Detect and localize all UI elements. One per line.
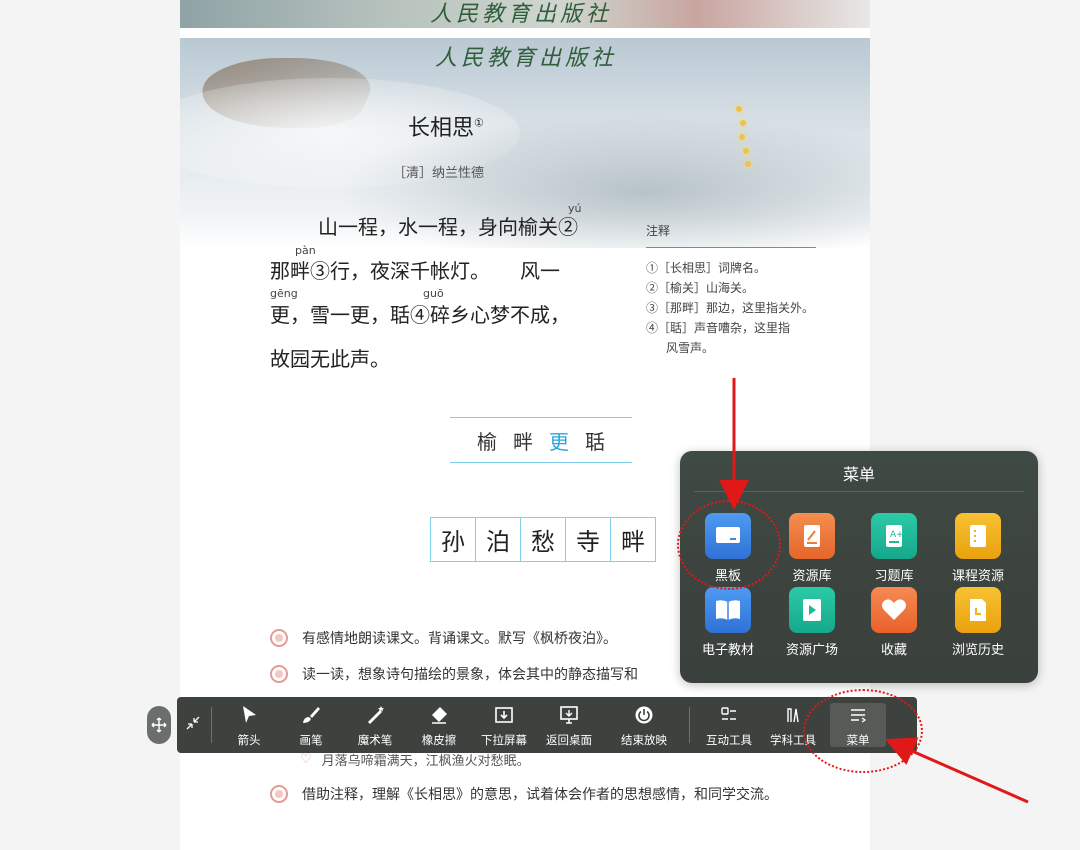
tool-return-desktop[interactable]: 返回桌面 (539, 703, 599, 748)
grid-char: 寺 (566, 518, 611, 561)
poem-line: 那畔③行，夜深千帐灯。 风一 (270, 259, 560, 283)
svg-text:A+: A+ (890, 530, 904, 540)
tool-arrow[interactable]: 箭头 (219, 703, 279, 748)
note-item: ①［长相思］词牌名。 (646, 261, 767, 275)
heart-bullet-icon: ♡ (300, 752, 312, 767)
collapse-toolbar-button[interactable] (185, 715, 201, 735)
tool-brush[interactable]: 画笔 (281, 703, 341, 748)
notes-heading: 注释 (646, 222, 816, 248)
poem-line: 更，雪一更，聒④碎乡心梦不成， (270, 303, 570, 327)
grid-char: 畔 (621, 528, 645, 556)
menu-item-ebook[interactable]: 电子教材 (688, 587, 768, 658)
tool-eraser[interactable]: 橡皮擦 (409, 703, 469, 748)
move-arrows-icon (151, 717, 167, 733)
annotation-circle-blackboard (677, 500, 781, 590)
word: 榆 (477, 429, 497, 454)
end-show-icon (614, 703, 674, 727)
word-highlighted: 更 (549, 429, 569, 454)
annotation-circle-menu (803, 689, 923, 773)
previous-page-banner: 人民教育出版社 (180, 0, 870, 28)
favorite-heart-icon (871, 587, 917, 633)
browse-history-icon (955, 587, 1001, 633)
interactive-tools-icon (699, 703, 759, 727)
magic-pen-icon (345, 703, 405, 727)
task-item: 借助注释，理解《长相思》的意思，试着体会作者的思想感情，和同学交流。 (270, 784, 778, 804)
task-bullet-icon (270, 785, 288, 803)
publisher-seal-top: 人民教育出版社 (430, 2, 613, 27)
task-item: 读一读，想象诗句描绘的景象，体会其中的静态描写和 (270, 664, 638, 684)
menu-item-exercise-library[interactable]: A+ 习题库 (854, 513, 934, 584)
note-item: ③［那畔］那边，这里指关外。 (646, 301, 815, 315)
grid-char: 愁 (521, 518, 566, 561)
menu-item-resource-library[interactable]: 资源库 (772, 513, 852, 584)
word: 聒 (585, 429, 605, 454)
resource-library-icon (789, 513, 835, 559)
vocabulary-word-row: 榆 畔 更 聒 (450, 417, 632, 463)
brush-icon (281, 703, 341, 727)
poem-body: 山一程，水一程，身向榆关② 那畔③行，夜深千帐灯。 风一 更，雪一更，聒④碎乡心… (270, 205, 630, 381)
return-desktop-icon (539, 703, 599, 727)
menu-item-course-resources[interactable]: 课程资源 (938, 513, 1018, 584)
course-resource-icon (955, 513, 1001, 559)
exercise-library-icon: A+ (871, 513, 917, 559)
grid-char: 泊 (476, 518, 521, 561)
arrow-pointer-icon (219, 703, 279, 727)
note-item: ④［聒］声音嘈杂，这里指 (646, 321, 791, 335)
tool-interactive-tools[interactable]: 互动工具 (699, 703, 759, 748)
publisher-seal: 人民教育出版社 (435, 46, 618, 71)
poem-line: 故园无此声。 (270, 347, 390, 371)
collapse-arrows-icon (186, 716, 200, 730)
task-item: 有感情地朗读课文。背诵课文。默写《枫桥夜泊》。 (270, 628, 617, 648)
poem-title: 长相思① (408, 116, 484, 141)
grid-char: 孙 (431, 518, 476, 561)
pull-down-screen-icon (474, 703, 534, 727)
resource-plaza-icon (789, 587, 835, 633)
word: 畔 (513, 429, 533, 454)
ebook-icon (705, 587, 751, 633)
task-bullet-icon (270, 665, 288, 683)
character-grid: 孙 泊 愁 寺 畔 (430, 517, 656, 562)
tool-magic-pen[interactable]: 魔术笔 (345, 703, 405, 748)
eraser-icon (409, 703, 469, 727)
menu-item-resource-plaza[interactable]: 资源广场 (772, 587, 852, 658)
task-bullet-icon (270, 629, 288, 647)
note-item: ②［榆关］山海关。 (646, 281, 755, 295)
poem-line: 山一程，水一程，身向榆关② (318, 215, 578, 239)
menu-item-browse-history[interactable]: 浏览历史 (938, 587, 1018, 658)
tool-pull-down-screen[interactable]: 下拉屏幕 (474, 703, 534, 748)
note-item: 风雪声。 (666, 341, 715, 355)
tool-end-show[interactable]: 结束放映 (614, 703, 674, 748)
poem-author: ［清］纳兰性德 (393, 166, 485, 181)
menu-item-favorites[interactable]: 收藏 (854, 587, 934, 658)
annotations-panel: 注释 ①［长相思］词牌名。 ②［榆关］山海关。 ③［那畔］那边，这里指关外。 ④… (646, 222, 816, 358)
toolbar-move-handle[interactable] (147, 706, 171, 744)
menu-title: 菜单 (842, 465, 875, 484)
